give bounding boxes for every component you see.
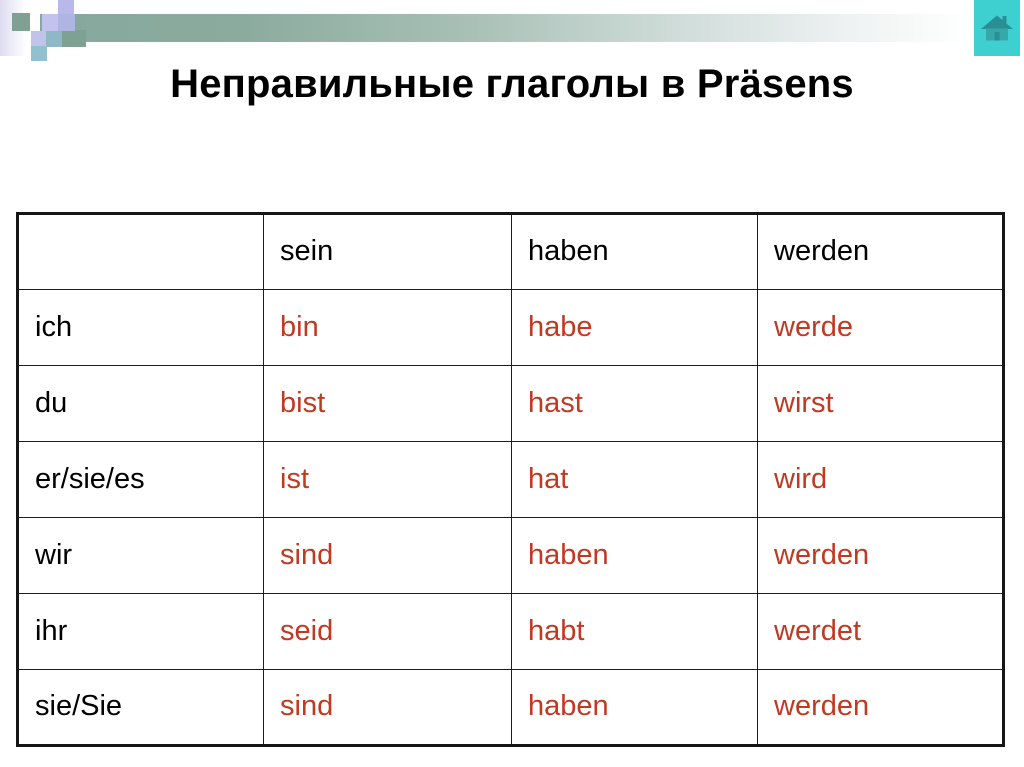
pronoun-cell: sie/Sie bbox=[17, 669, 264, 746]
header-decoration-band bbox=[0, 0, 1024, 61]
form-cell-haben: hast bbox=[511, 365, 758, 442]
form-cell-sein: sind bbox=[263, 669, 512, 746]
home-icon bbox=[980, 13, 1014, 43]
pronoun-cell: wir bbox=[17, 517, 264, 594]
form-cell-sein: sind bbox=[263, 517, 512, 594]
pronoun-cell: du bbox=[17, 365, 264, 442]
form-cell-werden: werden bbox=[757, 669, 1004, 746]
table-row: ihr seid habt werdet bbox=[17, 593, 1004, 670]
header-cell-sein: sein bbox=[263, 213, 512, 290]
form-cell-werden: wirst bbox=[757, 365, 1004, 442]
table-row: er/sie/es ist hat wird bbox=[17, 441, 1004, 518]
form-cell-sein: bin bbox=[263, 289, 512, 366]
form-cell-haben: haben bbox=[511, 669, 758, 746]
square-periwinkle bbox=[58, 14, 75, 31]
square-sage-overlay bbox=[62, 30, 86, 47]
header-cell-haben: haben bbox=[511, 213, 758, 290]
table-row: sie/Sie sind haben werden bbox=[17, 669, 1004, 746]
form-cell-haben: hat bbox=[511, 441, 758, 518]
form-cell-haben: haben bbox=[511, 517, 758, 594]
square-lavender bbox=[42, 14, 59, 31]
form-cell-werden: werde bbox=[757, 289, 1004, 366]
square-steel-blue bbox=[46, 31, 62, 47]
pronoun-cell: er/sie/es bbox=[17, 441, 264, 518]
table-row: du bist hast wirst bbox=[17, 365, 1004, 442]
form-cell-sein: bist bbox=[263, 365, 512, 442]
header-gradient-bar bbox=[40, 14, 970, 42]
pronoun-cell: ich bbox=[17, 289, 264, 366]
form-cell-haben: habt bbox=[511, 593, 758, 670]
pronoun-cell: ihr bbox=[17, 593, 264, 670]
square-sage bbox=[12, 13, 30, 31]
table-header-row: sein haben werden bbox=[17, 213, 1004, 290]
square-blue-teal bbox=[31, 46, 47, 61]
page-title: Неправильные глаголы в Präsens bbox=[170, 62, 854, 106]
home-icon-button[interactable] bbox=[974, 0, 1020, 56]
form-cell-haben: habe bbox=[511, 289, 758, 366]
verb-conjugation-table: sein haben werden ich bin habe werde du … bbox=[16, 212, 1005, 747]
square-light-blue bbox=[31, 31, 46, 46]
form-cell-werden: werden bbox=[757, 517, 1004, 594]
table-row: wir sind haben werden bbox=[17, 517, 1004, 594]
header-cell-werden: werden bbox=[757, 213, 1004, 290]
header-cell-blank bbox=[17, 213, 264, 290]
form-cell-sein: seid bbox=[263, 593, 512, 670]
table-row: ich bin habe werde bbox=[17, 289, 1004, 366]
form-cell-werden: werdet bbox=[757, 593, 1004, 670]
form-cell-sein: ist bbox=[263, 441, 512, 518]
form-cell-werden: wird bbox=[757, 441, 1004, 518]
